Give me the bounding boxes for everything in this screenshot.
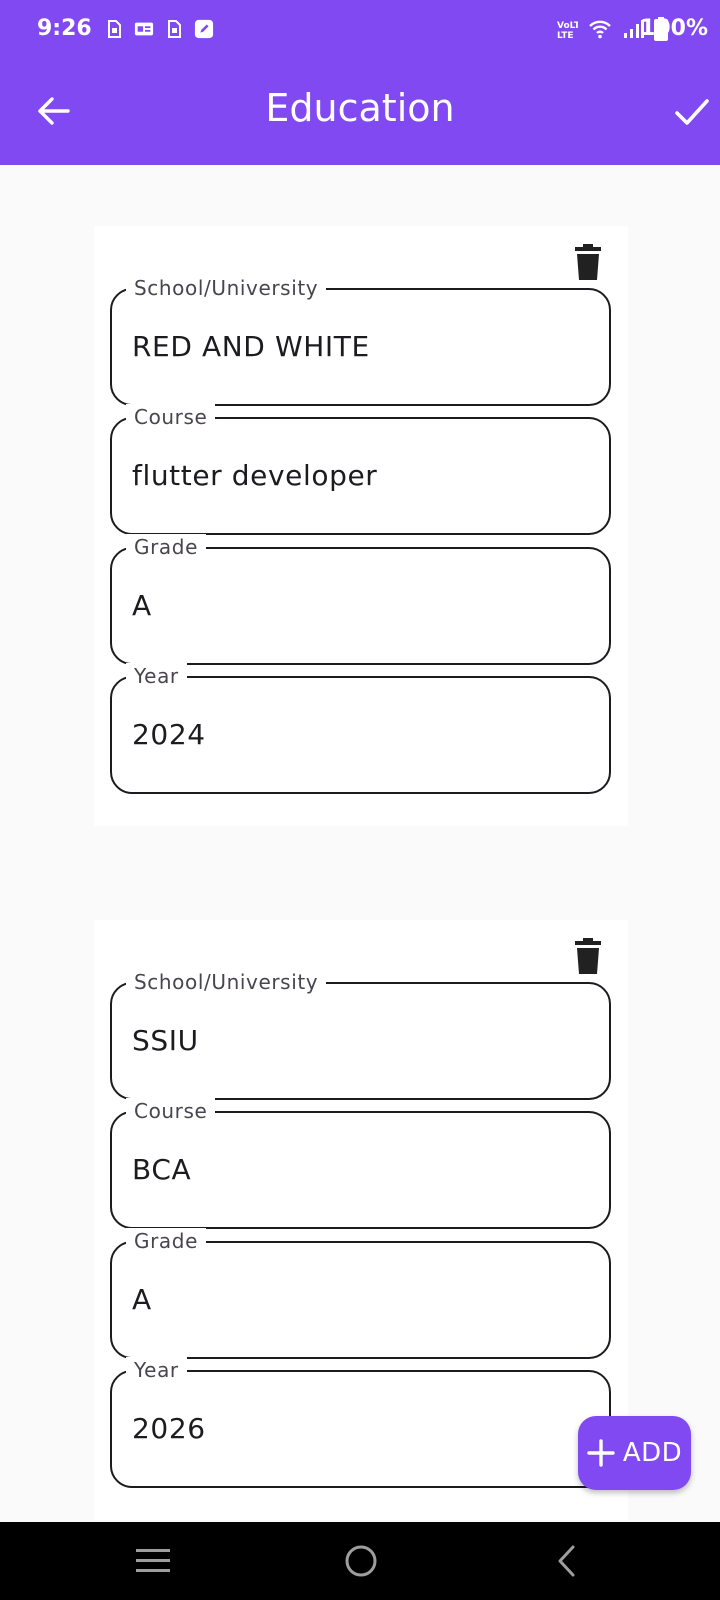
check-icon [675,99,709,125]
year-value: 2024 [132,718,206,751]
grade-value: A [132,589,152,622]
add-button-label: ADD [622,1438,683,1468]
notification-icons [104,18,214,40]
plus-icon [587,1439,615,1467]
id-card-icon [134,18,154,40]
education-card: School/University RED AND WHITE Course f… [94,226,628,826]
recents-button[interactable] [131,1539,175,1583]
delete-button[interactable] [572,938,604,976]
home-circle-icon [345,1545,377,1577]
system-back-button[interactable] [545,1539,589,1583]
year-field[interactable]: Year 2026 [110,1357,611,1488]
course-field[interactable]: Course BCA [110,1098,611,1229]
page-title: Education [265,86,455,130]
school-field[interactable]: School/University RED AND WHITE [110,275,611,406]
delete-button[interactable] [572,244,604,282]
add-button[interactable]: ADD [578,1416,691,1490]
save-button[interactable] [668,88,716,136]
menu-icon [136,1549,170,1572]
battery-percent: 100% [640,16,708,41]
course-field[interactable]: Course flutter developer [110,404,611,535]
home-button[interactable] [339,1539,383,1583]
course-value: flutter developer [132,459,378,492]
trash-icon [575,244,601,280]
education-card: School/University SSIU Course BCA Grade … [94,920,628,1520]
grade-field[interactable]: Grade A [110,534,611,665]
edit-note-icon [194,18,214,40]
status-bar: 9:26 VoLTELTE 100% [0,0,720,60]
grade-field[interactable]: Grade A [110,1228,611,1359]
course-value: BCA [132,1153,192,1186]
wifi-icon [588,19,612,43]
school-value: SSIU [132,1024,199,1057]
school-value: RED AND WHITE [132,330,370,363]
sim-icon [104,18,124,40]
volte-icon: VoLTELTE [556,18,586,44]
chevron-left-icon [558,1545,575,1577]
grade-value: A [132,1283,152,1316]
status-time: 9:26 [37,16,92,41]
year-field[interactable]: Year 2024 [110,663,611,794]
system-nav-bar [0,1522,720,1600]
sim-icon [164,18,184,40]
svg-text:LTE: LTE [557,31,574,40]
school-field[interactable]: School/University SSIU [110,969,611,1100]
app-bar: Education [0,60,720,165]
year-value: 2026 [132,1412,206,1445]
trash-icon [575,938,601,974]
svg-text:VoLTE: VoLTE [557,21,578,31]
